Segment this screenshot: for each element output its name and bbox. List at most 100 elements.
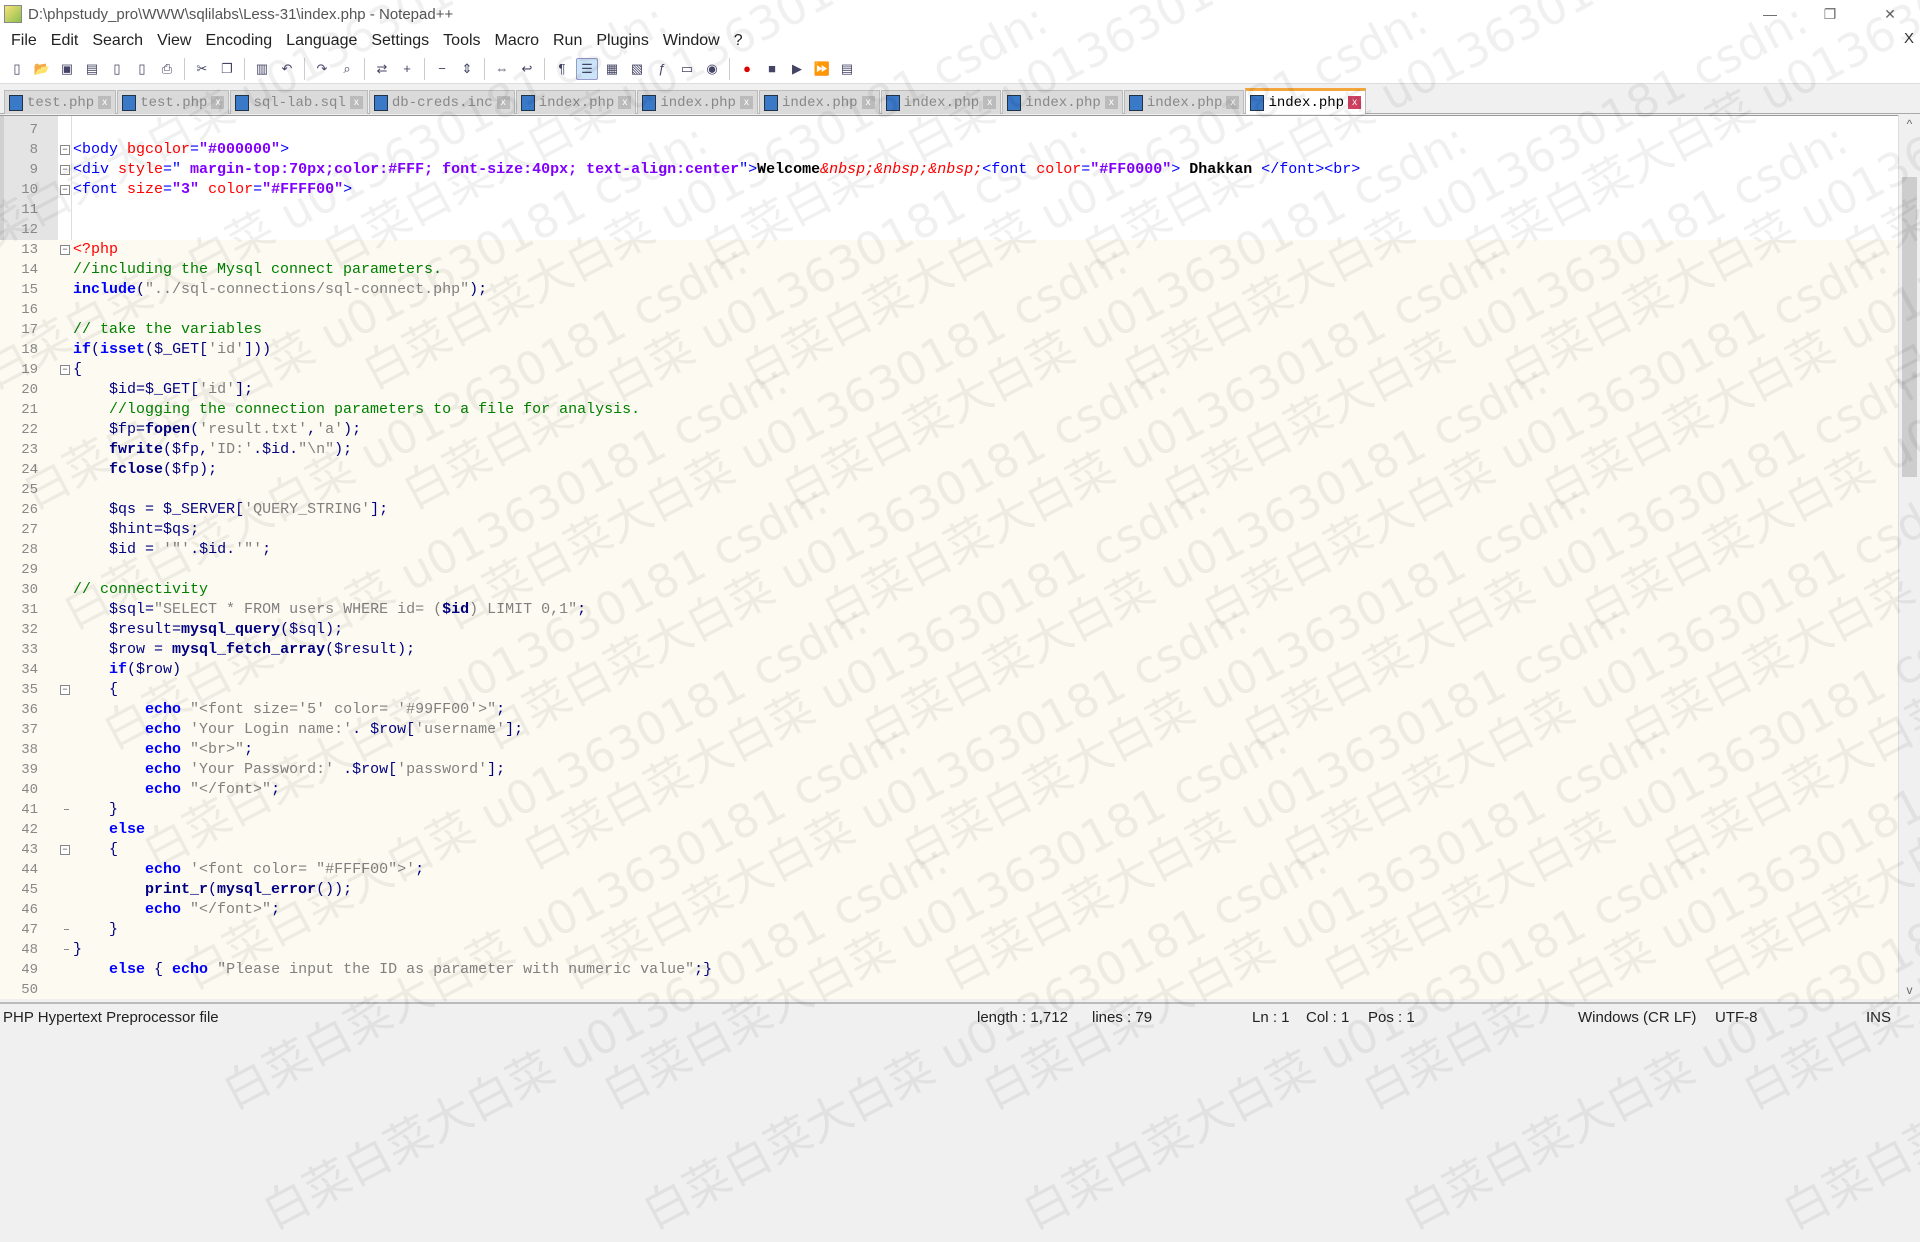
- restore-button[interactable]: ❐: [1800, 0, 1860, 28]
- indent-guide-icon[interactable]: ☰: [576, 57, 598, 80]
- function-list-icon[interactable]: ƒ: [651, 58, 673, 80]
- zoom-out-icon[interactable]: −: [431, 58, 453, 80]
- tab-close-icon[interactable]: x: [861, 96, 875, 109]
- eol-format[interactable]: Windows (CR LF): [1578, 1009, 1696, 1026]
- cut-icon[interactable]: ✂: [191, 58, 213, 80]
- folder-workspace-icon[interactable]: ▭: [676, 58, 698, 80]
- token-var: $qs: [163, 521, 191, 538]
- save-macro-icon[interactable]: ▤: [836, 58, 858, 80]
- tab-index-php[interactable]: index.php x: [1002, 90, 1123, 114]
- fold-collapse-icon[interactable]: −: [60, 365, 70, 375]
- tab-index-php[interactable]: index.php x: [1245, 88, 1367, 114]
- line-number: 39: [21, 762, 38, 778]
- replace-icon[interactable]: ⇄: [371, 58, 393, 80]
- menu-encoding[interactable]: Encoding: [198, 32, 279, 50]
- tab-close-icon[interactable]: x: [618, 96, 632, 109]
- code-line: 17 // take the variables: [0, 320, 1898, 340]
- code-line: 50: [0, 980, 1898, 999]
- tab-close-icon[interactable]: x: [1104, 96, 1118, 109]
- fold-collapse-icon[interactable]: −: [60, 185, 70, 195]
- fold-collapse-icon[interactable]: −: [60, 685, 70, 695]
- run-macro-multiple-icon[interactable]: ⏩: [811, 58, 833, 80]
- encoding[interactable]: UTF-8: [1715, 1009, 1758, 1026]
- menu-tools[interactable]: Tools: [436, 32, 487, 50]
- menu-file[interactable]: File: [4, 32, 44, 50]
- close-icon[interactable]: ▯: [106, 58, 128, 80]
- new-file-icon[interactable]: ▯: [6, 58, 28, 80]
- token-tag: >: [280, 141, 290, 158]
- tab-index-php[interactable]: index.php x: [758, 90, 880, 114]
- tab-close-icon[interactable]: x: [1348, 96, 1362, 109]
- token-var: $_GET: [154, 341, 200, 358]
- menu-view[interactable]: View: [150, 32, 198, 50]
- menu-run[interactable]: Run: [546, 32, 589, 50]
- tab-test-php[interactable]: test.php x: [4, 90, 117, 114]
- word-wrap-icon[interactable]: ↩: [516, 58, 538, 80]
- fold-collapse-icon[interactable]: −: [60, 845, 70, 855]
- zoom-in-icon[interactable]: +: [396, 58, 418, 80]
- tab-close-icon[interactable]: x: [739, 96, 753, 109]
- scrollbar-thumb[interactable]: [1902, 177, 1917, 477]
- menu-edit[interactable]: Edit: [44, 32, 86, 50]
- menu-macro[interactable]: Macro: [488, 32, 546, 50]
- tab-test-php[interactable]: test.php x: [117, 90, 230, 114]
- token-kw: echo: [172, 961, 209, 978]
- open-file-icon[interactable]: 📂: [31, 58, 53, 80]
- menu-help[interactable]: ?: [727, 32, 750, 50]
- menu-settings[interactable]: Settings: [364, 32, 436, 50]
- show-all-chars-icon[interactable]: ¶: [551, 58, 573, 80]
- record-macro-icon[interactable]: ●: [736, 58, 758, 80]
- tab-index-php[interactable]: index.php x: [637, 90, 758, 114]
- fold-collapse-icon[interactable]: −: [60, 245, 70, 255]
- save-all-icon[interactable]: ▤: [81, 58, 103, 80]
- tab-close-icon[interactable]: x: [211, 96, 225, 109]
- print-icon[interactable]: ⎙: [156, 58, 178, 80]
- code-editor[interactable]: 7 8− <body bgcolor="#000000"> 9− <div style=…: [0, 115, 1898, 999]
- scroll-up-icon[interactable]: ^: [1899, 117, 1920, 131]
- monitor-icon[interactable]: ◉: [701, 58, 723, 80]
- tab-db-creds-inc[interactable]: db-creds.inc x: [368, 90, 515, 114]
- udl-icon[interactable]: ▦: [601, 58, 623, 80]
- fold-collapse-icon[interactable]: −: [60, 165, 70, 175]
- tab-close-icon[interactable]: x: [98, 96, 112, 109]
- doc-map-icon[interactable]: ▧: [626, 58, 648, 80]
- token-op: ());: [316, 881, 353, 898]
- menu-language[interactable]: Language: [279, 32, 364, 50]
- tab-index-php[interactable]: index.php x: [515, 90, 637, 114]
- minimize-button[interactable]: —: [1740, 0, 1800, 28]
- close-all-icon[interactable]: ▯: [131, 58, 153, 80]
- close-button[interactable]: ✕: [1860, 0, 1920, 28]
- redo-icon[interactable]: ↷: [311, 58, 333, 80]
- code-text: $sql="SELECT * FROM users WHERE id= ($id…: [73, 600, 586, 620]
- close-document-button[interactable]: X: [1904, 30, 1914, 47]
- fold-collapse-icon[interactable]: −: [60, 145, 70, 155]
- sync-v-icon[interactable]: ⇕: [456, 58, 478, 80]
- menu-plugins[interactable]: Plugins: [589, 32, 655, 50]
- copy-icon[interactable]: ❐: [216, 58, 238, 80]
- stop-record-icon[interactable]: ■: [761, 58, 783, 80]
- tab-sql-lab-sql[interactable]: sql-lab.sql x: [230, 90, 368, 114]
- code-line: 9 − <div style=" margin-top:70px;color:#FF…: [0, 160, 1898, 180]
- tab-index-php[interactable]: index.php x: [880, 90, 1002, 114]
- find-icon[interactable]: ⌕: [336, 58, 358, 80]
- sync-h-icon[interactable]: ⇔: [491, 58, 513, 80]
- token-kw: echo: [145, 781, 182, 798]
- line-number: 15: [21, 282, 38, 298]
- tab-close-icon[interactable]: x: [349, 96, 363, 109]
- menu-window[interactable]: Window: [656, 32, 727, 50]
- menu-search[interactable]: Search: [85, 32, 150, 50]
- tab-close-icon[interactable]: x: [496, 96, 510, 109]
- tab-close-icon[interactable]: x: [983, 96, 997, 109]
- vertical-scrollbar[interactable]: ^ v: [1898, 115, 1920, 999]
- token-str: "</font>": [190, 781, 272, 798]
- token-op: =: [145, 641, 173, 658]
- save-icon[interactable]: ▣: [56, 58, 78, 80]
- scroll-down-icon[interactable]: v: [1899, 983, 1920, 997]
- play-macro-icon[interactable]: ▶: [786, 58, 808, 80]
- undo-icon[interactable]: ↶: [276, 58, 298, 80]
- tab-close-icon[interactable]: x: [1226, 96, 1240, 109]
- paste-icon[interactable]: ▥: [251, 58, 273, 80]
- tab-index-php[interactable]: index.php x: [1123, 90, 1245, 114]
